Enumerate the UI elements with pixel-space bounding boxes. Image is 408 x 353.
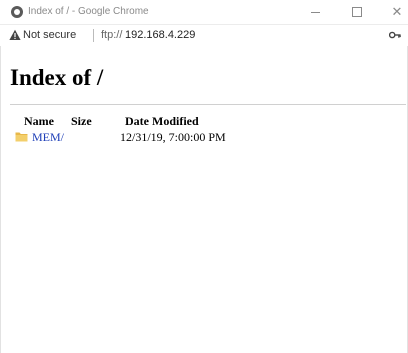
security-label[interactable]: Not secure <box>23 29 76 41</box>
close-icon: ✕ <box>391 4 403 20</box>
horizontal-rule <box>10 104 406 105</box>
address-divider <box>93 29 94 42</box>
maximize-button[interactable] <box>348 3 366 21</box>
url-host[interactable]: 192.168.4.229 <box>125 29 195 41</box>
folder-icon <box>15 132 28 142</box>
key-icon[interactable] <box>389 30 401 40</box>
chrome-icon <box>11 6 23 18</box>
title-bar: Index of / - Google Chrome ✕ <box>0 0 408 25</box>
close-button[interactable]: ✕ <box>388 3 406 21</box>
window-title: Index of / - Google Chrome <box>28 6 149 17</box>
date-modified: 12/31/19, 7:00:00 PM <box>120 130 226 144</box>
page-content: Index of / Name Size Date Modified MEM/ … <box>0 46 408 353</box>
page-title: Index of / <box>10 65 104 90</box>
warning-icon <box>9 29 21 40</box>
url-scheme[interactable]: ftp:// <box>101 29 122 41</box>
minimize-icon <box>310 11 320 13</box>
minimize-button[interactable] <box>306 3 324 21</box>
column-header-size[interactable]: Size <box>71 114 92 129</box>
folder-link[interactable]: MEM/ <box>32 130 64 145</box>
column-header-name[interactable]: Name <box>24 114 54 129</box>
column-header-date[interactable]: Date Modified <box>125 114 199 129</box>
address-bar[interactable]: Not secure ftp:// 192.168.4.229 <box>0 25 408 45</box>
list-item: MEM/ 12/31/19, 7:00:00 PM <box>1 129 408 144</box>
maximize-icon <box>352 7 362 17</box>
